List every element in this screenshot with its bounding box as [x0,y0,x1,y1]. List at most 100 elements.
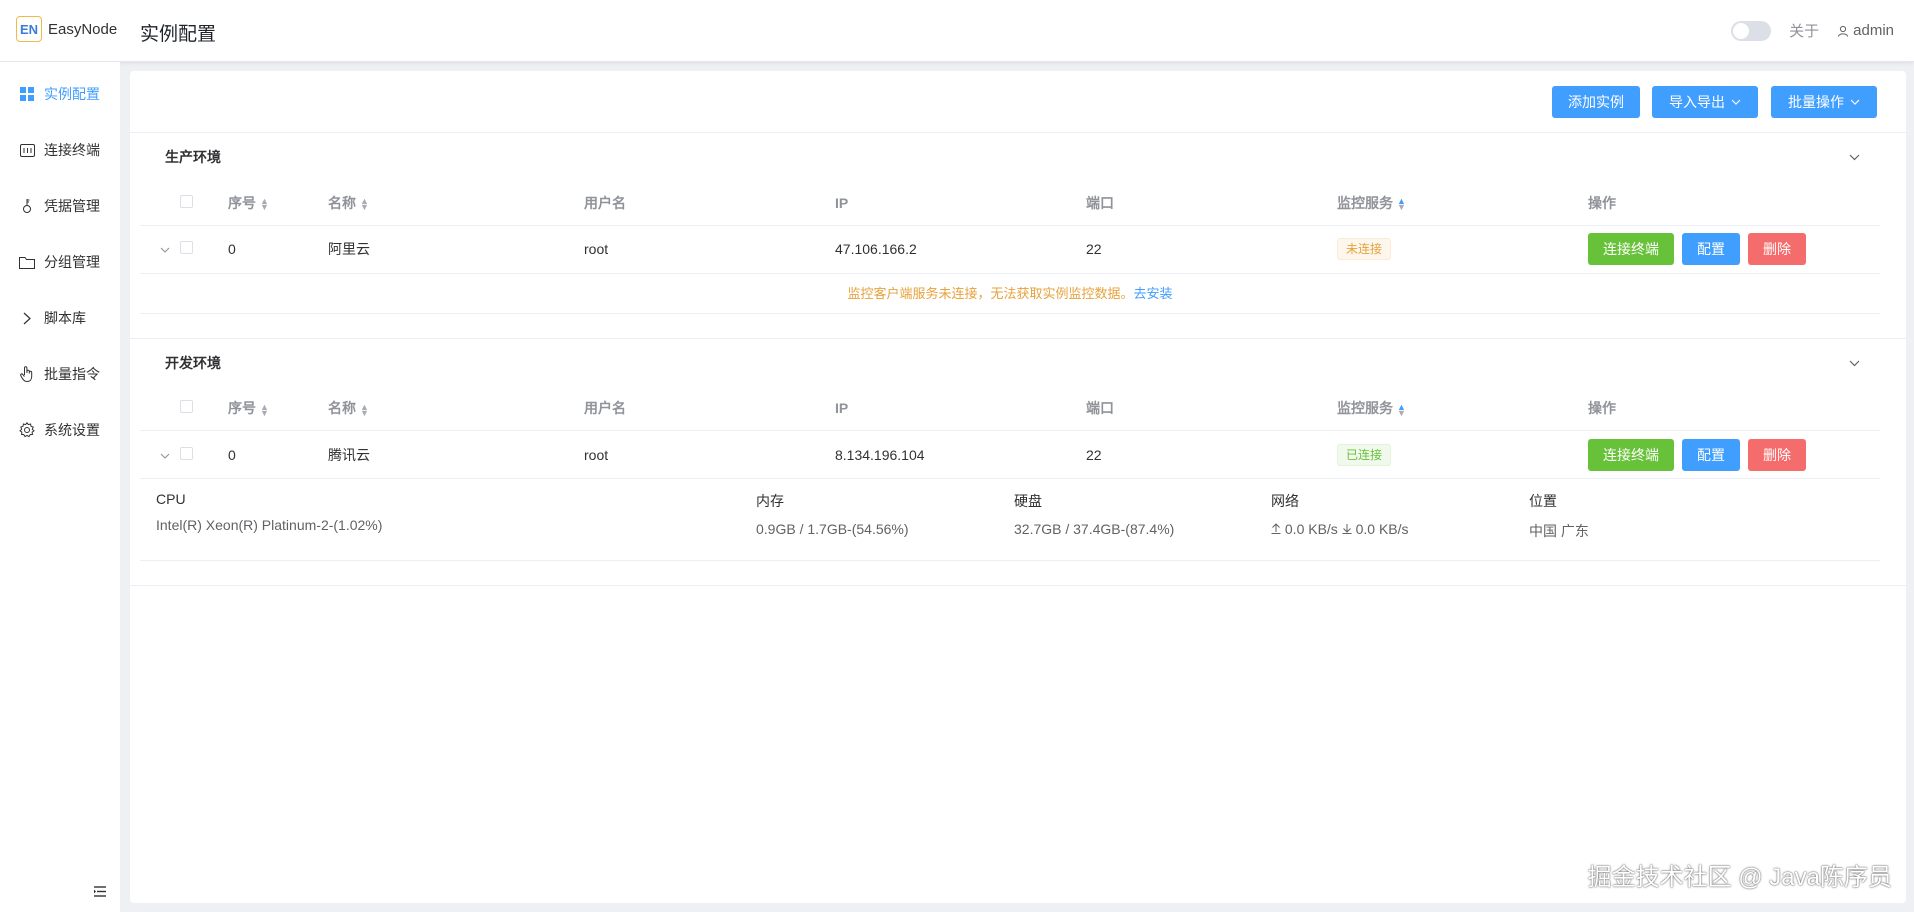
main-panel: 添加实例 导入导出 批量操作 生产环境 序号 ▲ ▼ 名称 ▲ ▼ 用户名 IP 端口 [130,71,1906,903]
metric-label: 硬盘 [1014,493,1042,509]
group-title[interactable]: 开发环境 [130,339,1906,387]
import-export-label: 导入导出 [1669,94,1725,110]
col-name[interactable]: 名称 ▲ ▼ [328,386,584,431]
sidebar-item-credentials[interactable]: 凭据管理 [0,178,120,234]
cell-username: root [584,225,835,274]
cell-port: 22 [1086,225,1337,274]
connect-terminal-button[interactable]: 连接终端 [1588,438,1674,471]
metric-label: 位置 [1529,493,1557,509]
sidebar-item-label: 脚本库 [44,310,86,326]
metric-value: 0.9GB / 1.7GB-(54.56%) [756,521,909,537]
sidebar-item-instances[interactable]: 实例配置 [0,66,120,122]
delete-button[interactable]: 删除 [1748,438,1806,471]
connect-terminal-button[interactable]: 连接终端 [1588,233,1674,265]
group-production: 生产环境 序号▲▼ 名称▲▼ 用户名 IP 端口 监控服务▲▼ 操作 [130,133,1906,339]
sidebar-item-label: 实例配置 [44,86,100,102]
net-up-value: 0.0 KB/s [1284,521,1338,537]
download-icon [1342,524,1352,534]
add-instance-button[interactable]: 添加实例 [1552,86,1640,118]
sort-icon[interactable]: ▲ ▼ [1397,402,1406,417]
config-button[interactable]: 配置 [1682,233,1740,265]
metric-value: 32.7GB / 37.4GB-(87.4%) [1014,521,1175,537]
pointer-icon [18,365,36,383]
batch-operations-label: 批量操作 [1788,94,1844,110]
upload-icon [1271,523,1281,534]
cell-username: root [584,430,835,479]
instances-table: 序号 ▲ ▼ 名称 ▲ ▼ 用户名 IP 端口 监控服务 ▲ ▼ 操作 0 阿里云 root… [140,181,1880,274]
sidebar-item-label: 批量指令 [44,366,100,382]
instance-metrics: CPU Intel(R) Xeon(R) Platinum-2-(1.02%) … [140,479,1880,561]
metric-label: 内存 [756,493,784,509]
row-checkbox[interactable] [180,241,193,254]
cell-index: 0 [228,430,328,479]
cell-ip: 47.106.166.2 [835,225,1086,274]
col-index[interactable]: 序号 ▲ ▼ [228,181,328,226]
table-header-row: 序号 ▲ ▼ 名称 ▲ ▼ 用户名 IP 端口 监控服务 ▲ ▼ 操作 [140,181,1880,226]
user-name: admin [1853,22,1894,39]
sidebar-item-terminal[interactable]: 连接终端 [0,122,120,178]
sort-icon[interactable]: ▲ ▼ [360,402,369,417]
page-title: 实例配置 [140,24,217,45]
net-down-value: 0.0 KB/s [1355,521,1409,537]
group-title[interactable]: 生产环境 [130,133,1906,181]
metric-cpu: CPU Intel(R) Xeon(R) Platinum-2-(1.02%) [156,491,382,533]
col-index[interactable]: 序号 ▲ ▼ [228,386,328,431]
collapse-sidebar-icon[interactable] [94,884,106,900]
col-username: 用户名 [584,386,835,431]
chevron-down-icon[interactable] [1849,354,1860,370]
sidebar-item-label: 系统设置 [44,422,100,438]
sidebar: 实例配置 连接终端 凭据管理 分组管理 脚本库 批量指令 系统设置 [0,62,120,912]
row-checkbox[interactable] [180,446,193,460]
config-button[interactable]: 配置 [1682,438,1740,471]
col-port: 端口 [1086,181,1337,226]
import-export-button[interactable]: 导入导出 [1652,86,1758,118]
metric-disk: 硬盘 32.7GB / 37.4GB-(87.4%) [1014,491,1174,537]
table-row: 0 阿里云 root 47.106.166.2 22 未连接 连接终端 配置 删除 [140,225,1880,274]
grid-icon [18,85,36,103]
col-monitor[interactable]: 监控服务 ▲ ▼ [1337,181,1588,226]
status-badge: 已连接 [1337,443,1392,466]
watermark: 掘金技术社区 @ Java陈序员 [1587,864,1892,891]
user-menu[interactable]: admin [1837,22,1894,39]
col-name[interactable]: 名称 ▲ ▼ [328,181,584,226]
sidebar-item-groups[interactable]: 分组管理 [0,234,120,290]
status-badge: 未连接 [1337,238,1392,260]
cell-index: 0 [228,225,328,274]
col-port: 端口 [1086,386,1337,431]
toolbar: 添加实例 导入导出 批量操作 [130,71,1906,133]
select-all-checkbox[interactable] [180,400,193,414]
notice-text: 监控客户端服务未连接，无法获取实例监控数据。 [847,285,1134,301]
folder-icon [18,253,36,271]
table-row: 0 腾讯云 root 8.134.196.104 22 已连接 连接终端 配置 删除 [140,430,1880,479]
cell-name: 阿里云 [328,225,584,274]
metric-memory: 内存 0.9GB / 1.7GB-(54.56%) [756,491,909,537]
expand-row-icon[interactable] [140,430,180,479]
sidebar-item-scripts[interactable]: 脚本库 [0,290,120,346]
theme-toggle[interactable] [1731,20,1772,41]
terminal-icon [18,141,36,159]
sort-icon[interactable]: ▲ ▼ [260,402,269,417]
sidebar-item-batch-command[interactable]: 批量指令 [0,346,120,402]
metric-value: 中国 广东 [1529,523,1589,539]
select-all-checkbox[interactable] [180,194,193,208]
metric-value: Intel(R) Xeon(R) Platinum-2-(1.02%) [156,517,383,533]
group-development: 开发环境 序号▲▼ 名称▲▼ 用户名 IP 端口 监控服务▲▼ 操作 [130,339,1906,586]
app-logo[interactable]: EN EasyNode [16,16,117,42]
chevron-down-icon[interactable] [1849,148,1860,164]
install-link[interactable]: 去安装 [1134,286,1173,301]
sort-icon[interactable]: ▲ ▼ [360,197,369,212]
col-ip: IP [835,386,1086,431]
sort-icon[interactable]: ▲ ▼ [1397,197,1406,212]
delete-button[interactable]: 删除 [1748,233,1806,265]
top-bar: EN EasyNode 实例配置 关于 admin [0,0,1914,62]
sort-icon[interactable]: ▲ ▼ [260,197,269,212]
logo-mark-icon: EN [16,16,42,42]
col-monitor[interactable]: 监控服务 ▲ ▼ [1337,386,1588,431]
expand-row-icon[interactable] [140,225,180,274]
about-link[interactable]: 关于 [1789,20,1819,41]
cell-name: 腾讯云 [328,430,584,479]
sidebar-item-settings[interactable]: 系统设置 [0,402,120,458]
batch-operations-button[interactable]: 批量操作 [1771,86,1877,118]
metric-location: 位置 中国 广东 [1529,491,1589,541]
monitor-notice: 监控客户端服务未连接，无法获取实例监控数据。去安装 [140,274,1880,314]
